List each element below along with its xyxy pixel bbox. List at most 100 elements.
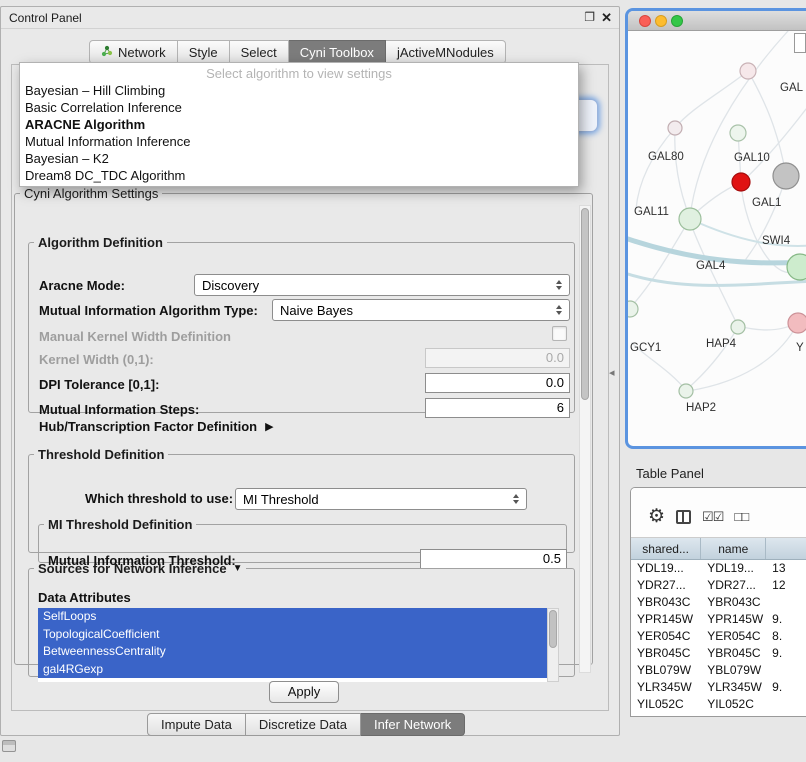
- attribute-item[interactable]: gal4RGexp: [38, 661, 547, 679]
- table-row[interactable]: YER054CYER054C8.: [631, 628, 806, 645]
- algorithm-option[interactable]: ARACNE Algorithm: [20, 116, 578, 133]
- manual-kernel-checkbox[interactable]: [552, 326, 567, 341]
- select-all-checkboxes-icon[interactable]: ☑☑: [702, 509, 723, 525]
- algorithm-dropdown-list: Select algorithm to view settingsBayesia…: [19, 62, 579, 187]
- network-node[interactable]: [740, 63, 756, 79]
- attribute-list-scrollbar[interactable]: [547, 608, 559, 682]
- network-node[interactable]: [787, 254, 806, 280]
- tab-style[interactable]: Style: [178, 40, 230, 64]
- aracne-mode-select[interactable]: Discovery: [194, 274, 570, 296]
- expand-arrow-icon[interactable]: ▶: [265, 420, 273, 433]
- hub-definition-section[interactable]: Hub/Transcription Factor Definition ▶: [39, 419, 274, 434]
- stepper-icon: [551, 280, 566, 290]
- network-node[interactable]: [730, 125, 746, 141]
- network-canvas[interactable]: GALGAL80GAL10GAL11GAL1SWI4GAL4GCY1HAP4HA…: [628, 31, 806, 446]
- bottom-tab-bar: Impute DataDiscretize DataInfer Network: [147, 713, 465, 736]
- apply-button[interactable]: Apply: [269, 681, 339, 703]
- zoom-traffic-light[interactable]: [671, 15, 683, 27]
- tab-jactivemnodules[interactable]: jActiveMNodules: [386, 40, 506, 64]
- close-traffic-light[interactable]: [639, 15, 651, 27]
- deselect-all-checkboxes-icon[interactable]: □□: [734, 509, 748, 524]
- table-cell: 8.: [766, 628, 806, 645]
- attribute-item[interactable]: SelfLoops: [38, 608, 547, 626]
- table-cell: 9.: [766, 679, 806, 696]
- control-panel-titlebar: Control Panel ❐ ✕: [1, 7, 619, 29]
- network-node[interactable]: [788, 313, 806, 333]
- network-edge: [675, 71, 748, 128]
- dpi-tolerance-field[interactable]: 0.0: [425, 373, 570, 393]
- mi-algorithm-type-select[interactable]: Naive Bayes: [272, 299, 570, 321]
- node-label: GAL80: [648, 151, 684, 163]
- table-row[interactable]: YIL052CYIL052C: [631, 696, 806, 713]
- table-cell: YDR27...: [701, 577, 766, 594]
- sources-title: Sources for Network Inference: [38, 561, 227, 576]
- tab-label: Select: [241, 45, 277, 60]
- minimize-traffic-light[interactable]: [655, 15, 667, 27]
- stepper-icon: [508, 494, 523, 504]
- table-row[interactable]: YLR345WYLR345W9.: [631, 679, 806, 696]
- algorithm-option[interactable]: Mutual Information Inference: [20, 133, 578, 150]
- settings-scrollbar[interactable]: [579, 205, 591, 673]
- collapse-arrow-icon[interactable]: ▼: [233, 563, 243, 574]
- tab-label: Style: [189, 45, 218, 60]
- algorithm-definition-group: Algorithm Definition Aracne Mode: Discov…: [28, 235, 575, 413]
- network-node[interactable]: [679, 384, 693, 398]
- scrollbar-thumb[interactable]: [549, 610, 557, 648]
- network-node[interactable]: [731, 320, 745, 334]
- table-row[interactable]: YDL19...YDL19...13: [631, 560, 806, 577]
- columns-icon[interactable]: [676, 510, 691, 524]
- scrollbar-thumb[interactable]: [581, 208, 589, 400]
- network-node[interactable]: [773, 163, 799, 189]
- gear-icon[interactable]: ⚙: [648, 507, 665, 526]
- tab-impute-data[interactable]: Impute Data: [147, 713, 246, 736]
- tab-select[interactable]: Select: [230, 40, 289, 64]
- mi-steps-label: Mutual Information Steps:: [39, 402, 199, 417]
- algorithm-option[interactable]: Basic Correlation Inference: [20, 99, 578, 116]
- algorithm-option[interactable]: Dream8 DC_TDC Algorithm: [20, 167, 578, 184]
- group-title: Sources for Network Inference ▼: [34, 561, 246, 576]
- stepper-icon: [551, 305, 566, 315]
- selected-value: MI Threshold: [236, 492, 508, 507]
- algorithm-option[interactable]: Bayesian – K2: [20, 150, 578, 167]
- table-cell: YDL19...: [701, 560, 766, 577]
- attribute-item[interactable]: BetweennessCentrality: [38, 643, 547, 661]
- table-row[interactable]: YBR045CYBR045C9.: [631, 645, 806, 662]
- attribute-list[interactable]: SelfLoopsTopologicalCoefficientBetweenne…: [38, 608, 547, 682]
- network-scrollbar-box[interactable]: [794, 33, 806, 53]
- tab-cyni-toolbox[interactable]: Cyni Toolbox: [289, 40, 386, 64]
- network-edge: [688, 323, 798, 391]
- column-header[interactable]: shared...: [631, 538, 701, 559]
- splitter-collapse-icon[interactable]: ◂: [609, 366, 615, 379]
- column-header[interactable]: name: [701, 538, 766, 559]
- tab-discretize-data[interactable]: Discretize Data: [246, 713, 361, 736]
- table-row[interactable]: YDR27...YDR27...12: [631, 577, 806, 594]
- table-cell: YER054C: [631, 628, 701, 645]
- network-node[interactable]: [679, 208, 701, 230]
- float-window-icon[interactable]: ❐: [584, 10, 595, 24]
- table-cell: 12: [766, 577, 806, 594]
- tab-infer-network[interactable]: Infer Network: [361, 713, 465, 736]
- table-row[interactable]: YBR043CYBR043C: [631, 594, 806, 611]
- algorithm-option[interactable]: Bayesian – Hill Climbing: [20, 82, 578, 99]
- table-cell: [766, 594, 806, 611]
- table-cell: YBR043C: [701, 594, 766, 611]
- selected-value: Discovery: [195, 278, 551, 293]
- table-row[interactable]: YPR145WYPR145W9.: [631, 611, 806, 628]
- tab-network[interactable]: Network: [89, 40, 178, 64]
- which-threshold-select[interactable]: MI Threshold: [235, 488, 527, 510]
- attribute-item[interactable]: TopologicalCoefficient: [38, 626, 547, 644]
- table-toolbar: ⚙ ☑☑ □□: [631, 488, 806, 538]
- node-label: SWI4: [762, 235, 791, 247]
- network-node[interactable]: [732, 173, 750, 191]
- network-node[interactable]: [668, 121, 682, 135]
- data-attributes-label: Data Attributes: [38, 590, 131, 605]
- network-node[interactable]: [628, 301, 638, 317]
- manual-kernel-label: Manual Kernel Width Definition: [39, 329, 231, 344]
- collapsed-window-icon[interactable]: [2, 740, 16, 752]
- desktop: Control Panel ❐ ✕ Network Style Select Cyni…: [0, 0, 806, 762]
- table-row[interactable]: YBL079WYBL079W: [631, 662, 806, 679]
- mi-steps-field[interactable]: 6: [425, 398, 570, 418]
- column-header[interactable]: [766, 538, 806, 559]
- close-icon[interactable]: ✕: [601, 10, 612, 26]
- group-title: MI Threshold Definition: [44, 517, 196, 532]
